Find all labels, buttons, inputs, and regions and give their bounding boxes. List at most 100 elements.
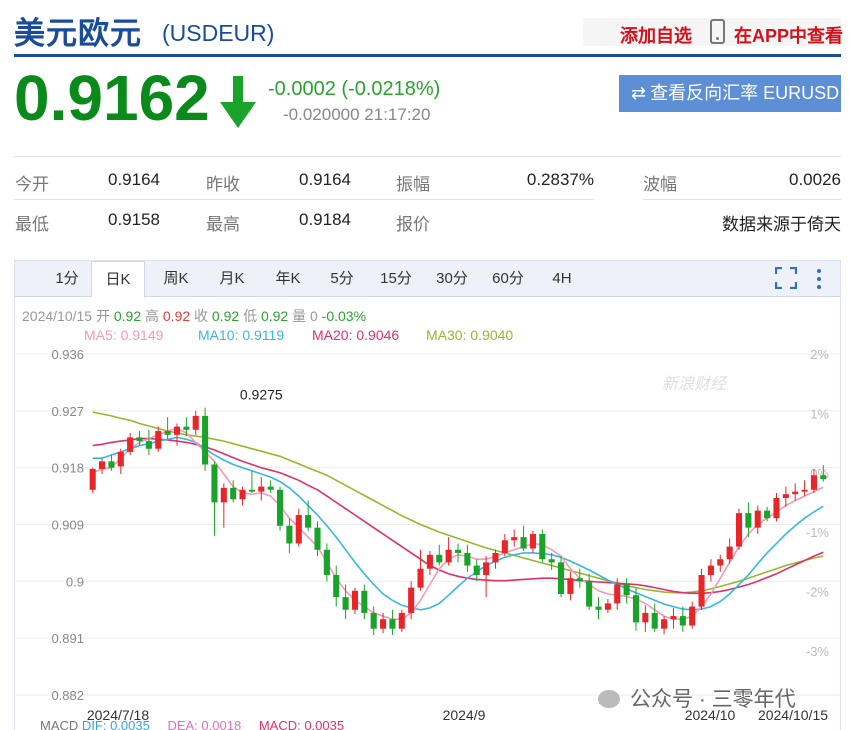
candle-body (202, 415, 209, 465)
candle-body (726, 546, 733, 560)
y-tick-label: 0.918 (51, 461, 84, 476)
wechat-watermark: 公众号 · 三零年代 (598, 683, 796, 713)
wechat-icon (598, 690, 620, 708)
candle-body (333, 575, 340, 598)
candle-body (145, 441, 152, 449)
candle-body (623, 584, 630, 596)
candle-body (183, 426, 190, 430)
candle-body (604, 603, 611, 610)
y-pct-tick-label: -1% (806, 525, 830, 540)
candle-body (717, 559, 724, 566)
macd-label: MACD (40, 718, 79, 730)
candle-body (276, 489, 284, 526)
candle-body (445, 549, 452, 563)
candle-body (239, 489, 246, 500)
candle-body (389, 619, 396, 629)
candle-body (408, 587, 415, 613)
y-pct-tick-label: 2% (810, 347, 829, 362)
candle-body (614, 584, 621, 604)
candle-body (679, 616, 686, 626)
candle-body (164, 431, 171, 435)
candle-body (89, 468, 96, 490)
y-tick-label: 0.882 (51, 688, 84, 703)
candle-body (258, 486, 265, 492)
candle-body (473, 565, 480, 576)
candle-body (417, 568, 424, 588)
candle-body (108, 461, 115, 468)
candle-body (632, 595, 640, 623)
candle-body (735, 513, 743, 547)
candle-body (305, 515, 312, 528)
candle-body (782, 494, 789, 498)
candle-body (426, 554, 433, 569)
y-tick-label: 0.909 (51, 518, 84, 533)
candle-body (380, 619, 387, 629)
candle-body (529, 533, 536, 549)
candle-body (548, 559, 555, 563)
candle-body (792, 491, 799, 495)
candle-body (314, 527, 321, 550)
y-pct-tick-label: 1% (810, 406, 829, 421)
candle-body (136, 437, 143, 442)
candle-body (492, 552, 499, 563)
candle-body (810, 475, 817, 490)
y-pct-tick-label: -2% (806, 585, 830, 600)
candle-body (342, 597, 349, 610)
extreme-label: 0.9275 (240, 387, 283, 403)
candle-body (286, 525, 293, 544)
candle-body (173, 426, 181, 435)
y-tick-label: 0.9 (66, 574, 84, 589)
candle-body (595, 606, 602, 610)
candle-body (436, 554, 443, 563)
macd-readout: MACD DIF: 0.0035 DEA: 0.0018 MACD: 0.003… (40, 718, 344, 730)
candle-body (211, 464, 218, 503)
y-pct-tick-label: -3% (806, 644, 830, 659)
candlestick-chart[interactable]: 0.9360.9270.9180.9090.90.8910.8822%1%0%-… (0, 0, 849, 730)
candle-body (398, 612, 405, 629)
watermark-logo: 新浪财经 (662, 376, 727, 393)
candle-body (454, 549, 462, 553)
candle-body (707, 565, 714, 576)
candle-body (651, 612, 658, 629)
candle-body (192, 415, 199, 430)
candle-body (539, 533, 546, 560)
candle-body (661, 619, 668, 629)
y-tick-label: 0.927 (51, 404, 84, 419)
candle-body (267, 486, 274, 490)
candle-body (361, 590, 368, 613)
candle-body (370, 612, 377, 629)
y-tick-label: 0.936 (51, 347, 84, 362)
candle-body (248, 489, 255, 492)
candle-body (99, 461, 106, 469)
y-tick-label: 0.891 (51, 631, 84, 646)
candle-body (698, 575, 705, 607)
candle-body (670, 616, 677, 620)
candle-body (127, 437, 134, 452)
candle-body (220, 487, 227, 503)
candle-body (501, 540, 508, 553)
candle-body (464, 552, 471, 566)
candle-body (586, 581, 593, 607)
candle-body (117, 451, 124, 467)
candle-body (642, 612, 649, 623)
candle-body (520, 537, 527, 549)
candle-body (323, 549, 330, 576)
wechat-label: 公众号 · 三零年代 (630, 688, 796, 711)
macd-value: MACD: 0.0035 (258, 718, 345, 730)
candle-body (483, 562, 490, 576)
candle-body (576, 578, 583, 582)
candle-body (351, 590, 359, 610)
x-tick-label: 2024/9 (443, 707, 486, 723)
candle-body (745, 513, 752, 528)
macd-dif: DIF: 0.0035 (81, 718, 150, 730)
candle-body (230, 487, 237, 500)
candle-body (155, 431, 162, 449)
candle-body (567, 578, 574, 594)
candle-body (511, 537, 518, 541)
candle-body (764, 510, 771, 519)
candle-body (557, 562, 565, 594)
candle-body (801, 489, 808, 492)
candle-body (820, 475, 827, 480)
candle-body (773, 497, 780, 519)
candle-body (295, 515, 302, 544)
